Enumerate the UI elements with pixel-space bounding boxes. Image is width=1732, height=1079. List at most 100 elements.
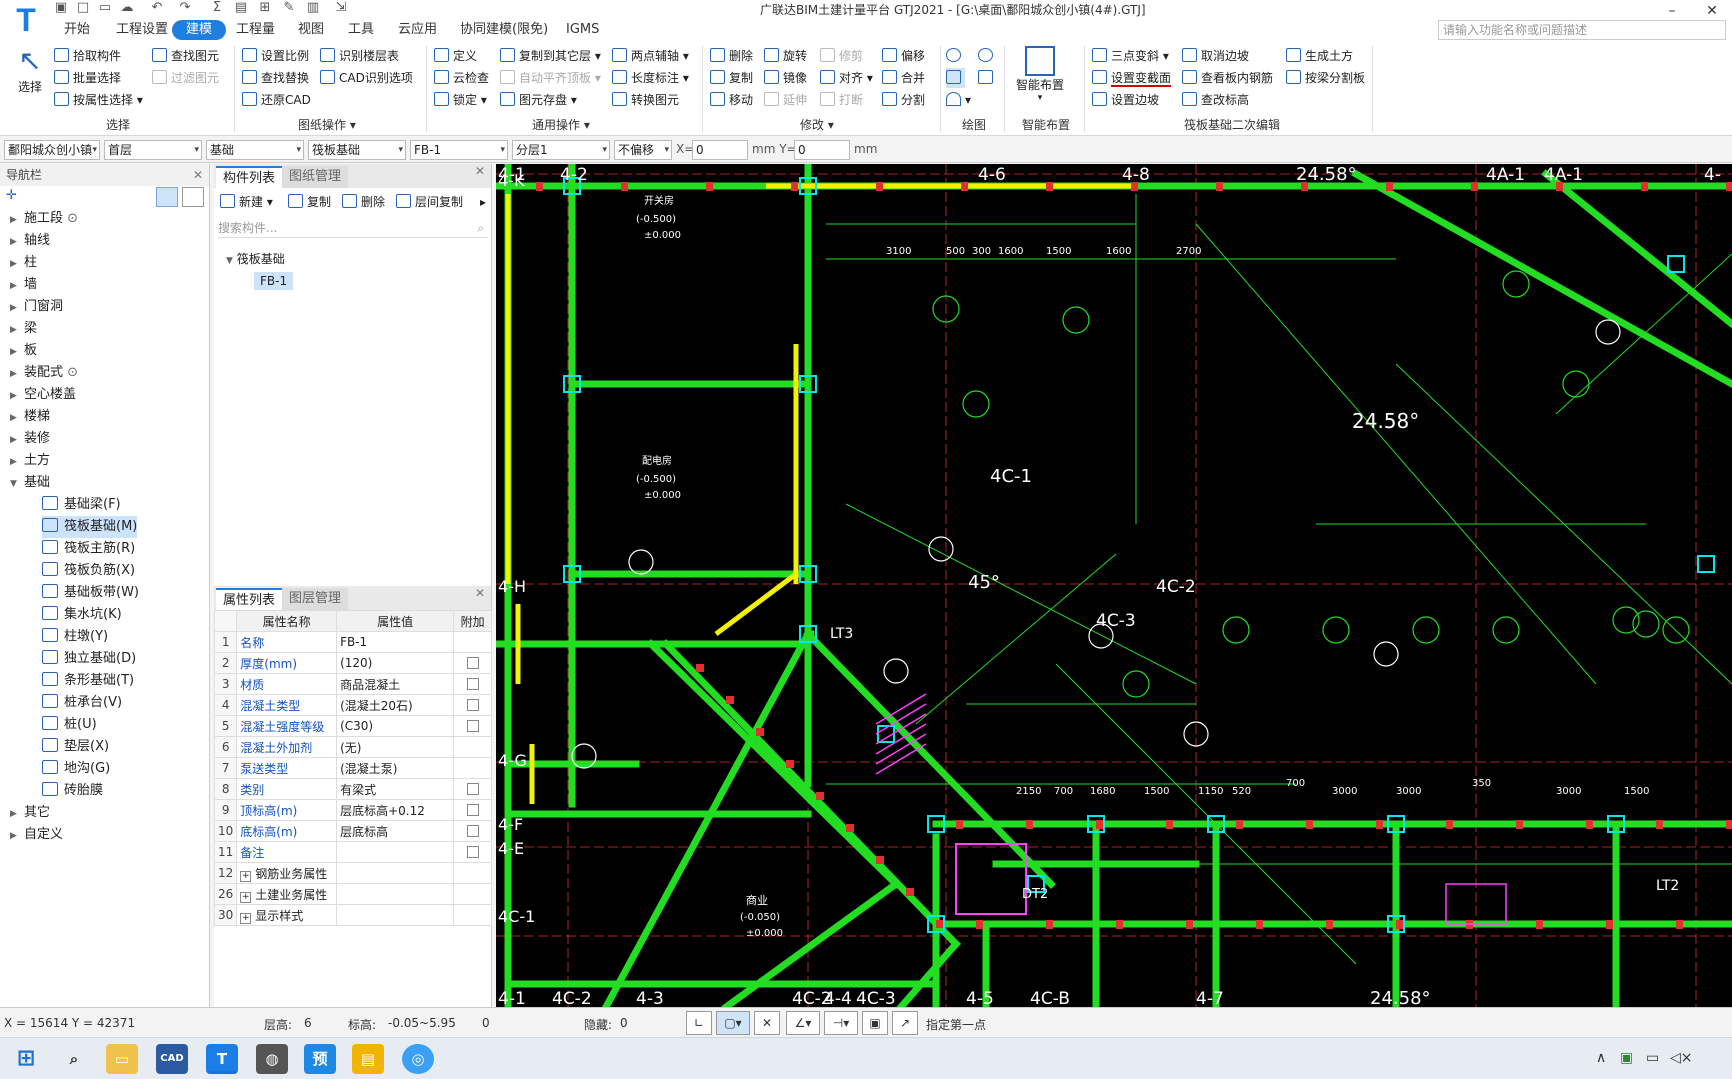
view-button[interactable]: ▣ [862,1011,888,1035]
undo-icon[interactable]: ↶ [148,0,166,16]
extra-checkbox[interactable] [466,657,479,669]
define-button[interactable]: 定义 [434,46,477,66]
length-dim-button[interactable]: 长度标注 ▾ [612,68,689,88]
set-edge-slope-button[interactable]: 设置边坡 [1092,90,1159,110]
extra-checkbox[interactable] [466,846,479,858]
tab-project-settings[interactable]: 工程设置 [112,20,172,40]
expand-icon[interactable]: + [240,912,252,924]
draw-line-button[interactable] [946,68,965,88]
type-select[interactable]: 筏板基础 ▾ [308,140,406,160]
angle-button[interactable]: ∠▾ [786,1011,820,1035]
identify-floor-table-button[interactable]: 识别楼层表 [320,46,399,66]
draw-point-button[interactable] [946,46,965,66]
category-select[interactable]: 基础 ▾ [206,140,304,160]
close-icon[interactable]: ✕ [475,164,485,178]
mirror-button[interactable]: 镜像 [764,68,807,88]
split-button[interactable]: 分割 [882,90,925,110]
sidebar-subitem-5[interactable]: 集水坑(K) [42,604,122,626]
property-row[interactable]: 4 混凝土类型 (混凝土20石) [213,694,492,716]
select-by-property-button[interactable]: 按属性选择 ▾ [54,90,143,110]
cloud-icon[interactable]: ☁ [118,0,136,16]
extra-checkbox[interactable] [466,783,479,795]
find-replace-button[interactable]: 查找替换 [242,68,309,88]
property-value[interactable]: 层底标高 [336,820,455,842]
property-value[interactable]: (无) [336,736,455,758]
tray-app-icon[interactable]: ▣ [1620,1050,1633,1066]
property-row[interactable]: 6 混凝土外加剂 (无) [213,736,492,758]
tab-layer-manage[interactable]: 图层管理 [282,588,349,610]
offset-button[interactable]: 偏移 [882,46,925,66]
property-row[interactable]: 26 + 土建业务属性 [213,883,492,905]
sidebar-tail-0[interactable]: ▶ 其它 [10,802,50,824]
property-row[interactable]: 2 厚度(mm) (120) [213,652,492,674]
two-point-axis-button[interactable]: 两点辅轴 ▾ [612,46,689,66]
property-value[interactable]: (混凝土泵) [336,757,455,779]
tab-quantity[interactable]: 工程量 [232,20,279,40]
list-view-icon[interactable] [156,187,178,207]
tab-drawing-manage[interactable]: 图纸管理 [282,166,349,188]
close-icon[interactable]: ✕ [475,586,485,600]
sidebar-subitem-7[interactable]: 独立基础(D) [42,648,136,670]
tab-component-list[interactable]: 构件列表 [216,166,283,188]
gtj-app-icon[interactable]: T [206,1044,238,1074]
property-row[interactable]: 12 + 钢筋业务属性 [213,862,492,884]
game-app-icon[interactable]: ◍ [256,1044,288,1074]
property-value[interactable] [336,862,455,884]
cad-drawing-canvas[interactable]: 4-1 4-2 4-6 4-8 24.58° 4A-1 4A-1 4- 4-1 4C-2 4-3 4C… [496,164,1732,1007]
app-logo[interactable]: T [8,2,44,38]
tab-modeling[interactable]: 建模 [172,20,227,40]
break-button[interactable]: 打断 [820,90,863,110]
floor-copy-button[interactable]: 层间复制 [396,192,463,212]
property-value[interactable]: (C30) [336,715,455,737]
tab-cloud[interactable]: 云应用 [394,20,441,40]
sidebar-subitem-12[interactable]: 地沟(G) [42,758,110,780]
sidebar-subitem-6[interactable]: 柱墩(Y) [42,626,108,648]
extend-button[interactable]: 延伸 [764,90,807,110]
extra-checkbox[interactable] [466,804,479,816]
restore-cad-button[interactable]: 还原CAD [242,90,311,110]
new-component-button[interactable]: 新建 ▾ [220,192,273,212]
tree-item-fb1[interactable]: FB-1 [254,272,294,290]
cad-app-icon[interactable]: CAD [156,1044,188,1074]
sidebar-subitem-9[interactable]: 桩承台(V) [42,692,122,714]
component-select[interactable]: FB-1 ▾ [410,140,508,160]
sidebar-item-6[interactable]: ▶ 板 [10,340,37,362]
close-icon[interactable]: ✕ [193,164,203,186]
extra-checkbox[interactable] [466,699,479,711]
sidebar-item-10[interactable]: ▶ 装修 [10,428,50,450]
sidebar-item-8[interactable]: ▶ 空心楼盖 [10,384,76,406]
property-row[interactable]: 7 泵送类型 (混凝土泵) [213,757,492,779]
more-icon[interactable]: ▸ [480,192,486,212]
sidebar-item-0[interactable]: ▶ 施工段 ⊙ [10,208,78,230]
yu-app-icon[interactable]: 预 [304,1044,336,1074]
sidebar-item-5[interactable]: ▶ 梁 [10,318,37,340]
sidebar-item-4[interactable]: ▶ 门窗洞 [10,296,63,318]
cad-options-button[interactable]: CAD识别选项 [320,68,413,88]
generate-earthwork-button[interactable]: 生成土方 [1286,46,1353,66]
property-value[interactable]: FB-1 [336,631,455,653]
property-row[interactable]: 1 名称 FB-1 [213,631,492,653]
project-select[interactable]: 鄱阳城众创小镇 ▾ [4,140,100,160]
cancel-edge-slope-button[interactable]: 取消边坡 [1182,46,1249,66]
rotate-button[interactable]: 旋转 [764,46,807,66]
extra-checkbox[interactable] [466,825,479,837]
property-row[interactable]: 8 类别 有梁式 [213,778,492,800]
smart-layout-button[interactable]: 智能布置 ▾ [1010,44,1070,104]
property-value[interactable]: 商品混凝土 [336,673,455,695]
sidebar-subitem-4[interactable]: 基础板带(W) [42,582,139,604]
property-value[interactable]: (混凝土20石) [336,694,455,716]
open-icon[interactable]: ▭ [96,0,114,16]
sidebar-item-9[interactable]: ▶ 楼梯 [10,406,50,428]
close-button[interactable]: ✕ [1692,2,1732,20]
property-row[interactable]: 5 混凝土强度等级 (C30) [213,715,492,737]
delete-component-button[interactable]: 删除 [342,192,385,212]
cloud-check-button[interactable]: 云检查 [434,68,489,88]
save-element-button[interactable]: 图元存盘 ▾ [500,90,577,110]
pin-icon[interactable]: ✛ [6,188,17,203]
tab-igms[interactable]: IGMS [562,20,603,40]
property-value[interactable] [336,841,455,863]
draw-rotate-point-button[interactable] [978,46,997,66]
floor-select[interactable]: 首层 ▾ [104,140,202,160]
convert-element-button[interactable]: 转换图元 [612,90,679,110]
sidebar-subitem-8[interactable]: 条形基础(T) [42,670,134,692]
